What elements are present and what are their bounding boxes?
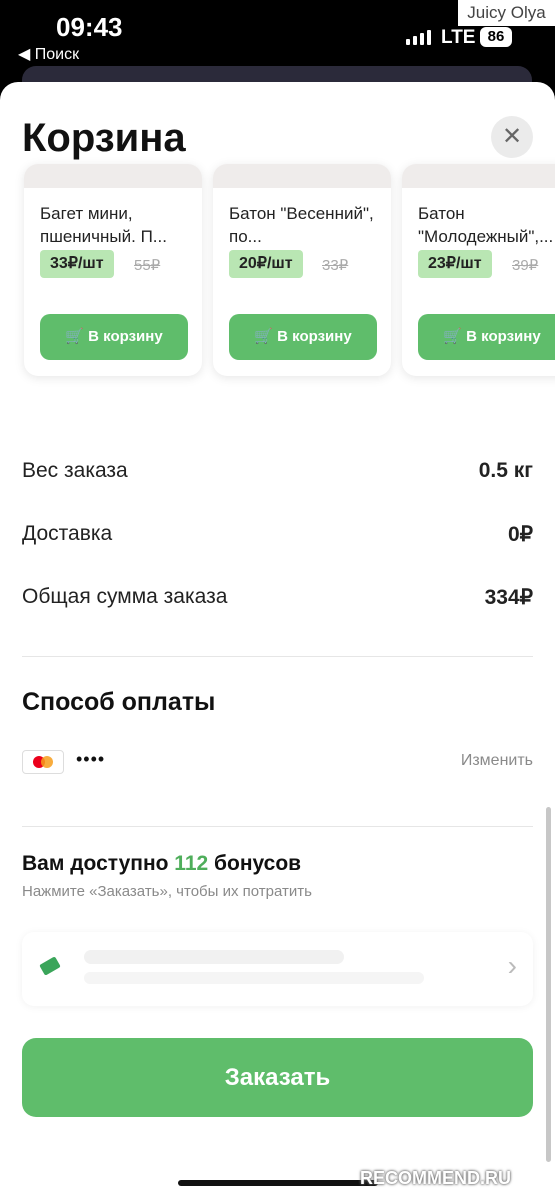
signal-icon bbox=[406, 30, 431, 45]
home-indicator[interactable] bbox=[178, 1180, 378, 1186]
add-to-cart-button[interactable]: 🛒 В корзину bbox=[40, 314, 188, 360]
product-image bbox=[213, 164, 391, 188]
back-to-search-link[interactable]: ◀ Поиск bbox=[18, 44, 79, 64]
product-old-price: 39₽ bbox=[512, 257, 539, 274]
network-label: LTE bbox=[441, 27, 476, 48]
recommended-products-carousel[interactable]: Багет мини, пшеничный. П... 33₽/шт 55₽ 🛒… bbox=[0, 164, 555, 379]
product-card[interactable]: Багет мини, пшеничный. П... 33₽/шт 55₽ 🛒… bbox=[24, 164, 202, 376]
order-total-row: Общая сумма заказа 334₽ bbox=[22, 585, 533, 609]
chevron-right-icon: › bbox=[507, 950, 517, 981]
delivery-label: Доставка bbox=[22, 522, 113, 545]
add-to-cart-label: В корзину bbox=[466, 328, 541, 345]
product-name: Багет мини, пшеничный. П... bbox=[40, 204, 167, 246]
promo-placeholder-blur bbox=[84, 972, 424, 984]
cart-icon: 🛒 bbox=[443, 328, 467, 345]
page-title: Корзина bbox=[22, 116, 186, 160]
product-price: 33₽/шт bbox=[40, 250, 114, 278]
product-price: 20₽/шт bbox=[229, 250, 303, 278]
place-order-button[interactable]: Заказать bbox=[22, 1038, 533, 1117]
delivery-row: Доставка 0₽ bbox=[22, 522, 533, 546]
product-old-price: 55₽ bbox=[134, 257, 161, 274]
battery-icon: 86 bbox=[480, 27, 512, 47]
product-name: Батон "Молодежный",... bbox=[418, 204, 554, 246]
product-card[interactable]: Батон "Молодежный",... 23₽/шт 39₽ 🛒 В ко… bbox=[402, 164, 555, 376]
bonus-prefix: Вам доступно bbox=[22, 852, 175, 875]
divider bbox=[22, 826, 533, 827]
product-price: 23₽/шт bbox=[418, 250, 492, 278]
cart-icon: 🛒 bbox=[65, 328, 89, 345]
bonus-hint: Нажмите «Заказать», чтобы их потратить bbox=[22, 883, 312, 900]
cart-icon: 🛒 bbox=[254, 328, 278, 345]
order-weight-row: Вес заказа 0.5 кг bbox=[22, 459, 533, 483]
add-to-cart-label: В корзину bbox=[88, 328, 163, 345]
add-to-cart-label: В корзину bbox=[277, 328, 352, 345]
bonus-suffix: бонусов bbox=[208, 852, 302, 875]
promo-ticket-icon bbox=[39, 957, 61, 975]
promo-placeholder-blur bbox=[84, 950, 344, 964]
clock: 09:43 bbox=[56, 12, 123, 42]
close-button[interactable]: ✕ bbox=[491, 116, 533, 158]
product-image bbox=[24, 164, 202, 188]
order-weight-value: 0.5 кг bbox=[478, 459, 533, 482]
mastercard-icon bbox=[22, 750, 64, 774]
card-number-mask: •••• bbox=[76, 749, 106, 769]
order-weight-label: Вес заказа bbox=[22, 459, 128, 482]
product-name: Батон "Весенний", по... bbox=[229, 204, 374, 246]
product-image bbox=[402, 164, 555, 188]
scrollbar[interactable] bbox=[546, 807, 551, 1162]
order-total-value: 334₽ bbox=[484, 586, 533, 609]
promo-code-row[interactable]: › bbox=[22, 932, 533, 1006]
product-old-price: 33₽ bbox=[322, 257, 349, 274]
bonus-amount: 112 bbox=[174, 852, 209, 875]
add-to-cart-button[interactable]: 🛒 В корзину bbox=[418, 314, 555, 360]
delivery-value: 0₽ bbox=[507, 523, 533, 546]
bonus-balance: Вам доступно 112 бонусов bbox=[22, 852, 301, 876]
user-overlay-label: Juicy Olya bbox=[458, 0, 555, 26]
add-to-cart-button[interactable]: 🛒 В корзину bbox=[229, 314, 377, 360]
payment-method-title: Способ оплаты bbox=[22, 688, 216, 716]
watermark: RECOMMEND.RU bbox=[360, 1168, 511, 1188]
change-payment-link[interactable]: Изменить bbox=[461, 752, 533, 770]
divider bbox=[22, 656, 533, 657]
cart-sheet: Корзина ✕ Багет мини, пшеничный. П... 33… bbox=[0, 82, 555, 1200]
product-card[interactable]: Батон "Весенний", по... 20₽/шт 33₽ 🛒 В к… bbox=[213, 164, 391, 376]
order-total-label: Общая сумма заказа bbox=[22, 585, 228, 608]
